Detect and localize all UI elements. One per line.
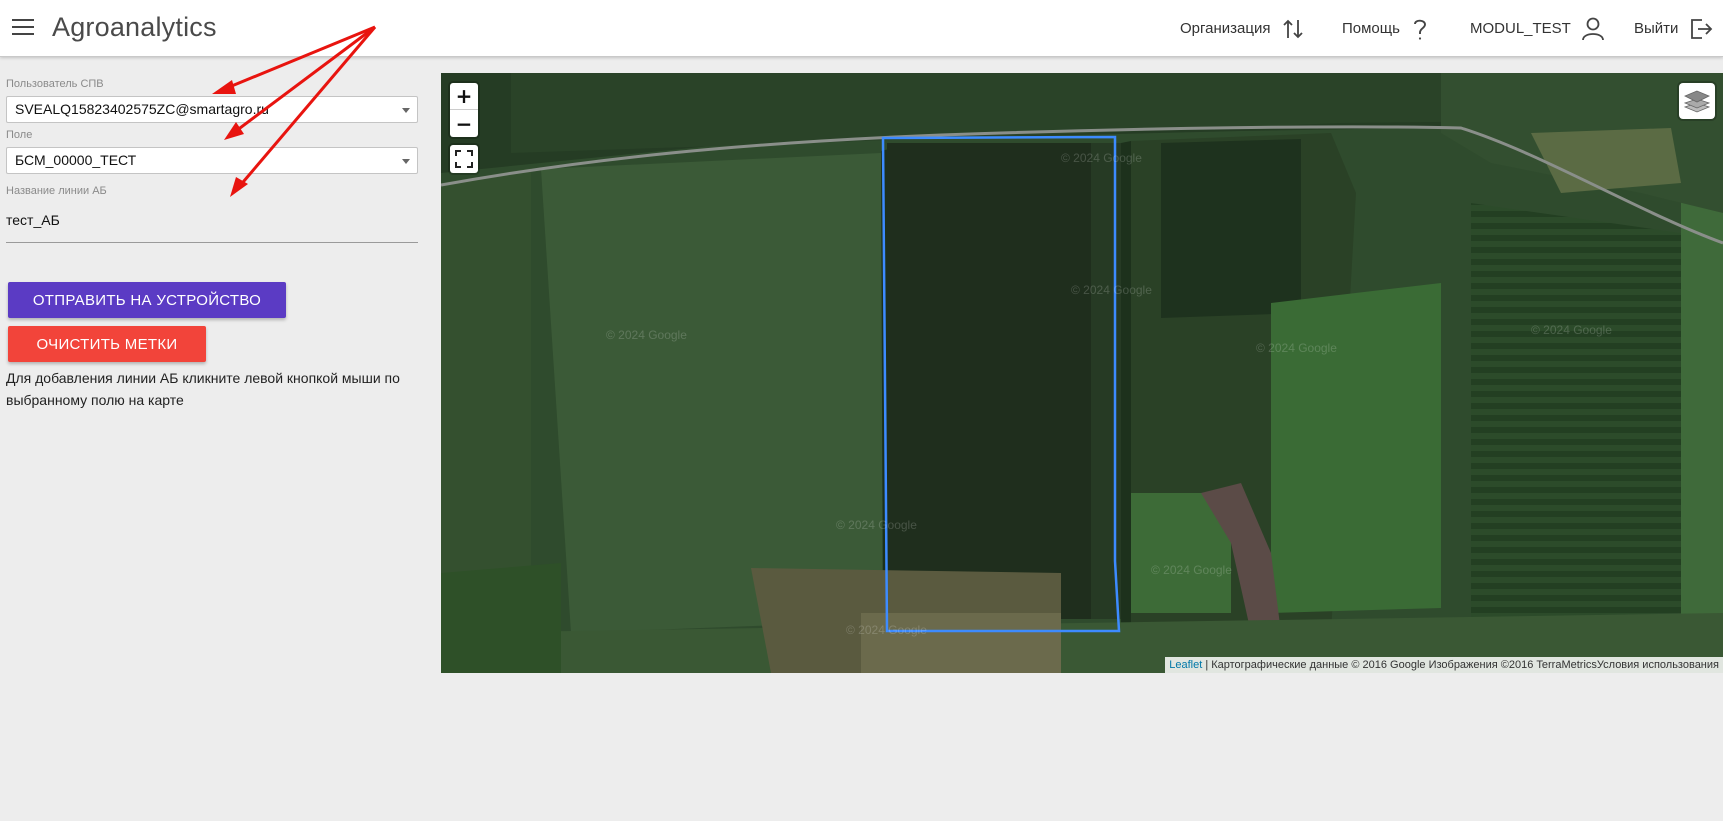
ab-line-name-label: Название линии АБ: [6, 185, 107, 197]
spv-user-value: SVEALQ15823402575ZC@smartagro.ru: [15, 101, 269, 117]
map-attribution: Leaflet | Картографические данные © 2016…: [1165, 657, 1723, 673]
zoom-in-button[interactable]: +: [450, 83, 478, 110]
spv-user-select[interactable]: SVEALQ15823402575ZC@smartagro.ru: [6, 96, 418, 123]
help-label: Помощь: [1342, 20, 1400, 37]
help-link[interactable]: Помощь: [1342, 0, 1430, 57]
logout-link[interactable]: Выйти: [1634, 0, 1714, 57]
logout-icon: [1691, 18, 1713, 39]
spv-user-label: Пользователь СПВ: [6, 78, 104, 90]
field-label: Поле: [6, 129, 33, 141]
user-profile[interactable]: MODUL_TEST: [1470, 0, 1605, 57]
ab-line-hint: Для добавления линии АБ кликните левой к…: [6, 370, 400, 408]
field-value: БСМ_00000_ТЕСТ: [15, 152, 137, 168]
organization-switch[interactable]: Организация: [1180, 0, 1306, 57]
map-watermark: © 2024 Google: [846, 623, 927, 637]
user-icon: [1581, 17, 1604, 40]
map-watermark: © 2024 Google: [1256, 341, 1337, 355]
map-view[interactable]: © 2024 Google © 2024 Google © 2024 Googl…: [441, 73, 1723, 673]
app-title: Agroanalytics: [52, 12, 217, 42]
map-watermark: © 2024 Google: [836, 518, 917, 532]
zoom-out-button[interactable]: −: [450, 110, 478, 137]
layers-button[interactable]: [1679, 83, 1715, 119]
map-watermark: © 2024 Google: [1061, 151, 1142, 165]
app-header: Agroanalytics Организация Помощь MODUL_T…: [0, 0, 1723, 57]
map-watermark: © 2024 Google: [606, 328, 687, 342]
attribution-text: | Картографические данные © 2016 Google …: [1202, 659, 1719, 671]
swap-arrows-icon: [1283, 19, 1304, 38]
ab-line-name-input[interactable]: тест_АБ: [6, 211, 418, 243]
clear-marks-button[interactable]: ОЧИСТИТЬ МЕТКИ: [8, 326, 206, 362]
map-watermark: © 2024 Google: [1071, 283, 1152, 297]
hamburger-menu-icon[interactable]: [12, 19, 34, 35]
map-watermark: © 2024 Google: [1151, 563, 1232, 577]
ab-line-name-value: тест_АБ: [6, 212, 60, 228]
user-name: MODUL_TEST: [1470, 20, 1571, 37]
organization-label: Организация: [1180, 20, 1271, 37]
layers-icon: [1684, 90, 1710, 113]
caret-down-icon: [402, 159, 410, 164]
field-select[interactable]: БСМ_00000_ТЕСТ: [6, 147, 418, 174]
zoom-control: + −: [450, 83, 478, 137]
fullscreen-button[interactable]: [450, 145, 478, 173]
send-to-device-button[interactable]: ОТПРАВИТЬ НА УСТРОЙСТВО: [8, 282, 286, 318]
caret-down-icon: [402, 108, 410, 113]
logout-label: Выйти: [1634, 20, 1679, 37]
map-watermark: © 2024 Google: [1531, 323, 1612, 337]
fullscreen-icon: [455, 150, 473, 168]
question-mark-icon: [1413, 19, 1426, 40]
leaflet-link[interactable]: Leaflet: [1169, 659, 1202, 671]
